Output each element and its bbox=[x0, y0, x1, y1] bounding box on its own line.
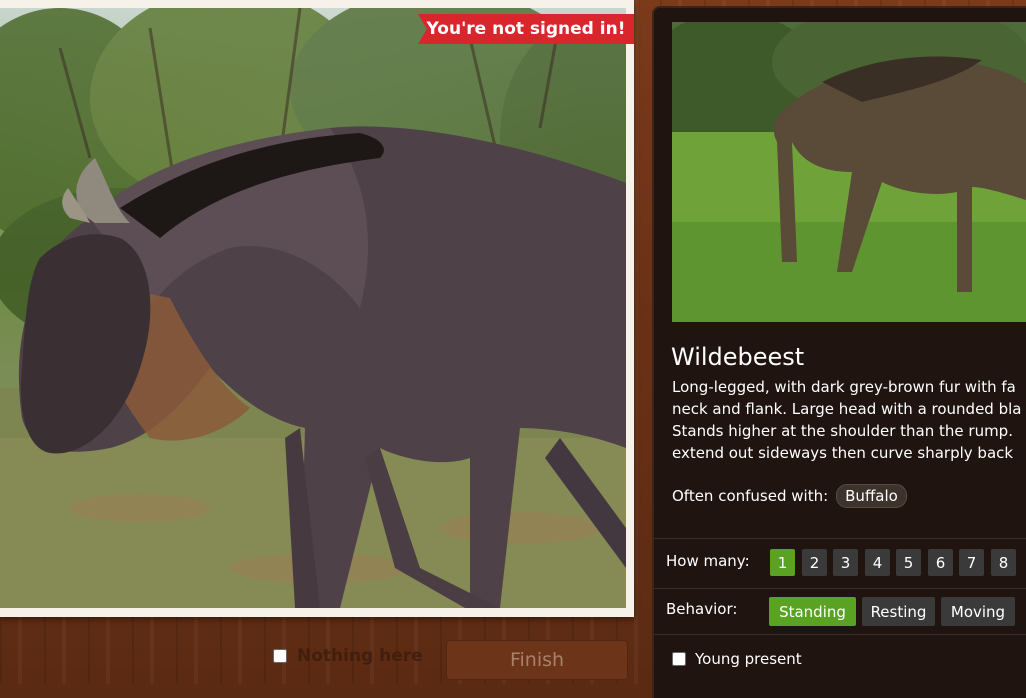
description-line: neck and flank. Large head with a rounde… bbox=[672, 400, 1022, 418]
behavior-button-resting[interactable]: Resting bbox=[862, 597, 935, 626]
count-button-2[interactable]: 2 bbox=[802, 549, 827, 576]
behavior-label: Behavior: bbox=[666, 600, 738, 618]
count-button-7[interactable]: 7 bbox=[959, 549, 984, 576]
divider bbox=[654, 588, 1026, 589]
finish-button[interactable]: Finish bbox=[446, 640, 628, 680]
divider bbox=[654, 634, 1026, 635]
young-present-control[interactable]: Young present bbox=[672, 650, 802, 668]
nothing-here-checkbox[interactable] bbox=[273, 649, 287, 663]
wildebeest-photo-illustration bbox=[0, 8, 626, 608]
count-button-8[interactable]: 8 bbox=[991, 549, 1016, 576]
nothing-here-control[interactable]: Nothing here bbox=[273, 646, 423, 666]
divider bbox=[654, 538, 1026, 539]
species-example-photo bbox=[672, 22, 1026, 322]
often-confused-row: Often confused with: Buffalo bbox=[672, 484, 907, 508]
young-present-checkbox[interactable] bbox=[672, 652, 686, 666]
not-signed-in-banner[interactable]: You're not signed in! bbox=[418, 14, 634, 44]
subject-photo-frame bbox=[0, 0, 634, 617]
how-many-label: How many: bbox=[666, 552, 750, 570]
behavior-button-standing[interactable]: Standing bbox=[769, 597, 856, 626]
count-button-4[interactable]: 4 bbox=[865, 549, 890, 576]
species-example-illustration bbox=[672, 22, 1026, 322]
count-button-5[interactable]: 5 bbox=[896, 549, 921, 576]
description-line: extend out sideways then curve sharply b… bbox=[672, 444, 1014, 462]
subject-photo[interactable] bbox=[0, 8, 626, 608]
count-button-6[interactable]: 6 bbox=[928, 549, 953, 576]
often-confused-label: Often confused with: bbox=[672, 487, 829, 505]
description-line: Long-legged, with dark grey-brown fur wi… bbox=[672, 378, 1016, 396]
young-present-label: Young present bbox=[695, 650, 802, 668]
species-description: Long-legged, with dark grey-brown fur wi… bbox=[672, 376, 1026, 464]
nothing-here-label: Nothing here bbox=[297, 646, 423, 666]
behavior-button-moving[interactable]: Moving bbox=[941, 597, 1015, 626]
confused-species-chip-buffalo[interactable]: Buffalo bbox=[836, 484, 907, 508]
count-button-3[interactable]: 3 bbox=[833, 549, 858, 576]
species-info-panel: Wildebeest Long-legged, with dark grey-b… bbox=[654, 8, 1026, 698]
species-title: Wildebeest bbox=[671, 343, 805, 371]
count-button-1[interactable]: 1 bbox=[770, 549, 795, 576]
description-line: Stands higher at the shoulder than the r… bbox=[672, 422, 1013, 440]
